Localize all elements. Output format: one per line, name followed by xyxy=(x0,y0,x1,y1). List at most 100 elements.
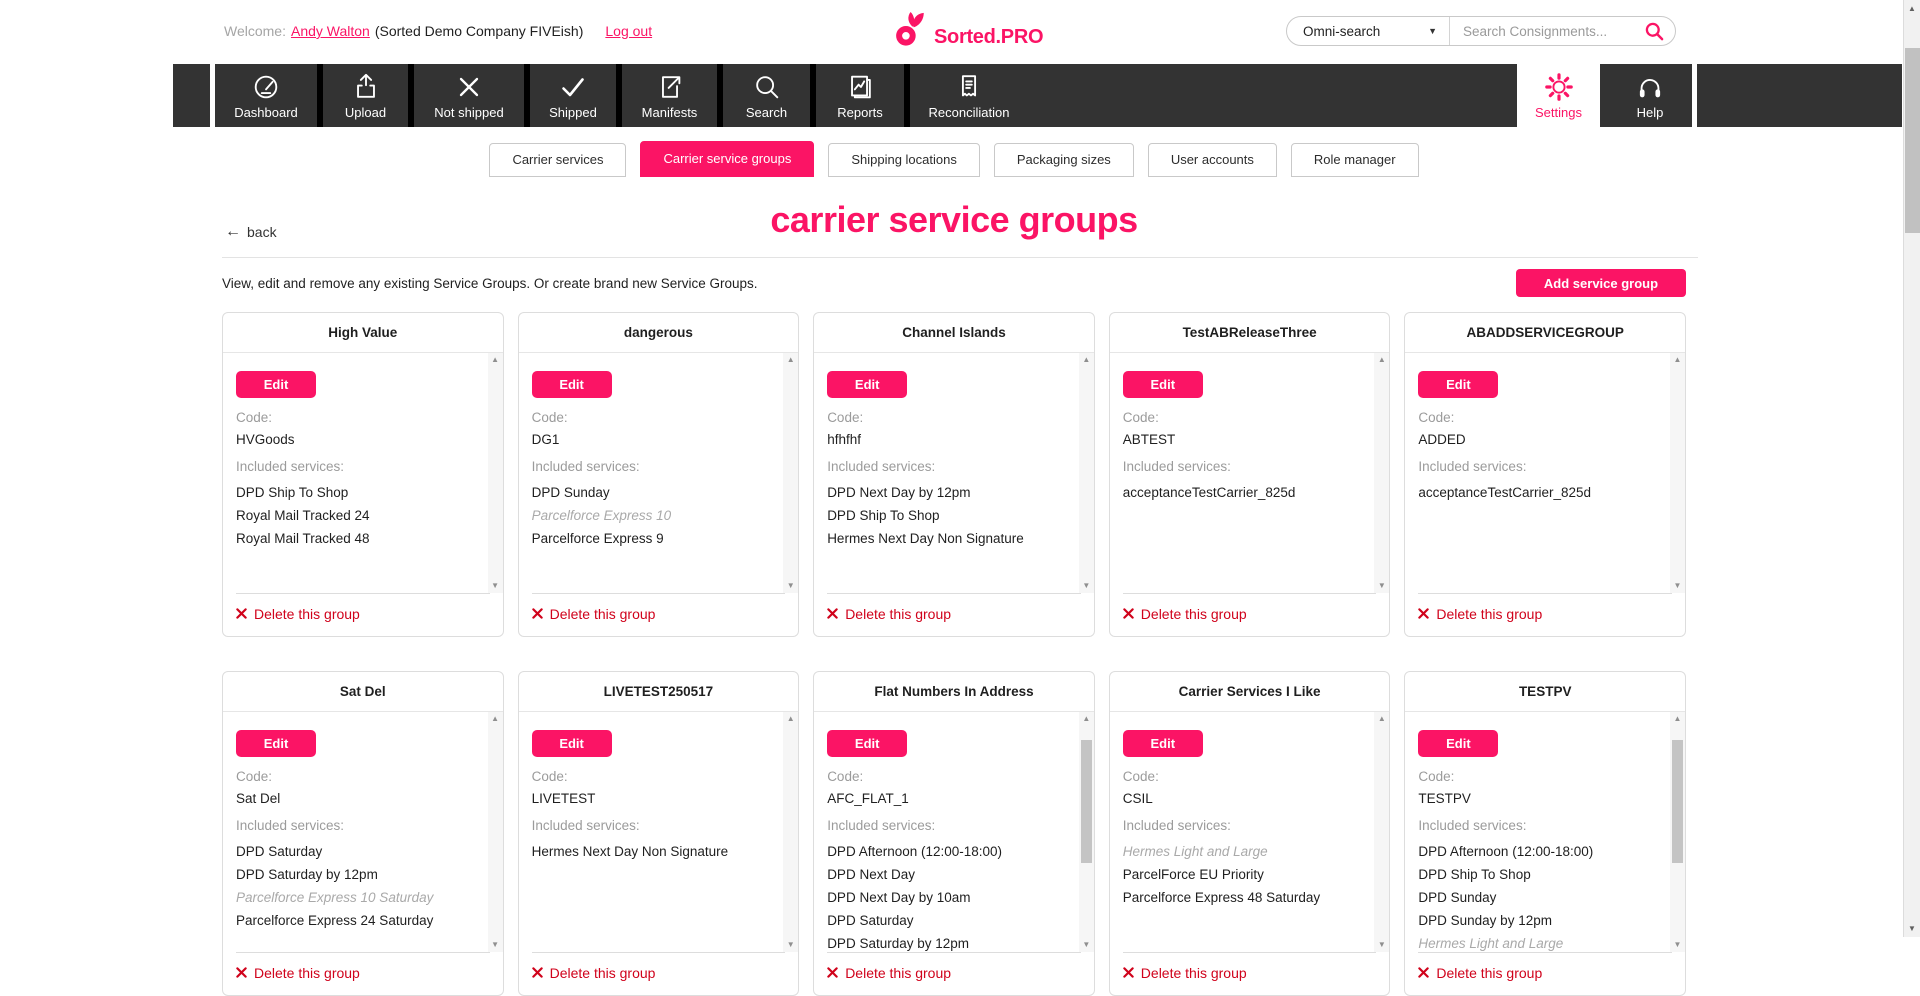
scrollbar-down-icon[interactable]: ▼ xyxy=(1670,940,1685,950)
nav-item-settings[interactable]: Settings xyxy=(1517,64,1600,127)
card-scrollbar[interactable]: ▲▼ xyxy=(488,353,503,593)
scrollbar-up-icon[interactable]: ▲ xyxy=(488,355,503,365)
nav-item-search[interactable]: Search xyxy=(723,64,810,127)
service-group-card: High ValueEditCode:HVGoodsIncluded servi… xyxy=(222,312,504,637)
scrollbar-up-icon[interactable]: ▲ xyxy=(1374,714,1389,724)
service-group-card: LIVETEST250517EditCode:LIVETESTIncluded … xyxy=(518,671,800,996)
nav-item-manifests[interactable]: Manifests xyxy=(622,64,717,127)
card-scrollbar[interactable]: ▲▼ xyxy=(1670,353,1685,593)
card-scrollbar[interactable]: ▲▼ xyxy=(783,353,798,593)
nav-item-shipped[interactable]: Shipped xyxy=(530,64,616,127)
delete-group-link[interactable]: Delete this group xyxy=(236,953,490,995)
edit-button[interactable]: Edit xyxy=(1123,371,1203,398)
scrollbar-thumb[interactable] xyxy=(1672,740,1683,863)
scrollbar-down-icon[interactable]: ▼ xyxy=(488,940,503,950)
page-scrollbar-thumb[interactable] xyxy=(1905,48,1920,233)
scrollbar-down-icon[interactable]: ▼ xyxy=(1670,581,1685,591)
card-scrollbar[interactable]: ▲▼ xyxy=(783,712,798,952)
service-item: Parcelforce Express 10 xyxy=(532,504,778,527)
edit-button[interactable]: Edit xyxy=(1418,730,1498,757)
page-scrollbar[interactable]: ▲ ▼ xyxy=(1903,0,1920,937)
edit-button[interactable]: Edit xyxy=(827,371,907,398)
scrollbar-track[interactable] xyxy=(1670,726,1685,938)
scrollbar-down-icon[interactable]: ▼ xyxy=(1904,924,1920,933)
delete-group-link[interactable]: Delete this group xyxy=(827,594,1081,636)
tab-carrier-service-groups[interactable]: Carrier service groups xyxy=(640,141,814,177)
tab-role-manager[interactable]: Role manager xyxy=(1291,143,1419,177)
scrollbar-track[interactable] xyxy=(488,367,503,579)
scrollbar-track[interactable] xyxy=(1374,726,1389,938)
user-name-link[interactable]: Andy Walton xyxy=(291,23,370,39)
scrollbar-track[interactable] xyxy=(1079,367,1094,579)
card-scrollbar[interactable]: ▲▼ xyxy=(1374,353,1389,593)
delete-group-link[interactable]: Delete this group xyxy=(532,594,786,636)
nav-item-help[interactable]: Help xyxy=(1608,64,1692,127)
edit-button[interactable]: Edit xyxy=(1123,730,1203,757)
card-scrollbar[interactable]: ▲▼ xyxy=(1374,712,1389,952)
tab-packaging-sizes[interactable]: Packaging sizes xyxy=(994,143,1134,177)
scrollbar-down-icon[interactable]: ▼ xyxy=(1374,940,1389,950)
caret-down-icon: ▼ xyxy=(1428,26,1437,36)
scrollbar-down-icon[interactable]: ▼ xyxy=(488,581,503,591)
code-value: AFC_FLAT_1 xyxy=(827,791,1073,806)
code-value: ADDED xyxy=(1418,432,1664,447)
scrollbar-up-icon[interactable]: ▲ xyxy=(1904,4,1920,13)
card-scrollbar[interactable]: ▲▼ xyxy=(488,712,503,952)
scrollbar-down-icon[interactable]: ▼ xyxy=(783,940,798,950)
scrollbar-track[interactable] xyxy=(783,367,798,579)
delete-group-link[interactable]: Delete this group xyxy=(827,953,1081,995)
tab-user-accounts[interactable]: User accounts xyxy=(1148,143,1277,177)
back-link[interactable]: ← back xyxy=(225,223,277,241)
not-shipped-icon xyxy=(453,71,485,103)
scrollbar-down-icon[interactable]: ▼ xyxy=(1374,581,1389,591)
scrollbar-track[interactable] xyxy=(1079,726,1094,938)
delete-group-link[interactable]: Delete this group xyxy=(1418,594,1672,636)
scrollbar-up-icon[interactable]: ▲ xyxy=(1079,355,1094,365)
edit-button[interactable]: Edit xyxy=(236,730,316,757)
delete-group-link[interactable]: Delete this group xyxy=(1418,953,1672,995)
tab-carrier-services[interactable]: Carrier services xyxy=(489,143,626,177)
service-item: DPD Sunday by 12pm xyxy=(1418,909,1664,932)
scrollbar-up-icon[interactable]: ▲ xyxy=(1374,355,1389,365)
card-scrollbar[interactable]: ▲▼ xyxy=(1079,353,1094,593)
scrollbar-up-icon[interactable]: ▲ xyxy=(783,355,798,365)
scrollbar-track[interactable] xyxy=(1670,367,1685,579)
search-input[interactable] xyxy=(1450,23,1645,40)
scrollbar-up-icon[interactable]: ▲ xyxy=(1079,714,1094,724)
card-scrollbar[interactable]: ▲▼ xyxy=(1079,712,1094,952)
edit-button[interactable]: Edit xyxy=(236,371,316,398)
back-label: back xyxy=(247,224,277,240)
edit-button[interactable]: Edit xyxy=(532,730,612,757)
group-card-main: EditCode:ABTESTIncluded services:accepta… xyxy=(1110,353,1390,593)
delete-group-link[interactable]: Delete this group xyxy=(1123,594,1377,636)
nav-item-not-shipped[interactable]: Not shipped xyxy=(414,64,524,127)
nav-item-reconciliation[interactable]: Reconciliation xyxy=(910,64,1028,127)
scrollbar-up-icon[interactable]: ▲ xyxy=(1670,355,1685,365)
delete-group-link[interactable]: Delete this group xyxy=(532,953,786,995)
delete-group-label: Delete this group xyxy=(1141,606,1247,622)
delete-group-link[interactable]: Delete this group xyxy=(236,594,490,636)
scrollbar-track[interactable] xyxy=(1374,367,1389,579)
nav-item-dashboard[interactable]: Dashboard xyxy=(215,64,317,127)
scrollbar-up-icon[interactable]: ▲ xyxy=(783,714,798,724)
add-service-group-button[interactable]: Add service group xyxy=(1516,269,1686,297)
magnifier-icon[interactable] xyxy=(1645,22,1664,41)
edit-button[interactable]: Edit xyxy=(827,730,907,757)
scrollbar-up-icon[interactable]: ▲ xyxy=(1670,714,1685,724)
omni-search-select[interactable]: Omni-search ▼ xyxy=(1287,17,1450,45)
scrollbar-track[interactable] xyxy=(488,726,503,938)
scrollbar-down-icon[interactable]: ▼ xyxy=(783,581,798,591)
scrollbar-up-icon[interactable]: ▲ xyxy=(488,714,503,724)
scrollbar-down-icon[interactable]: ▼ xyxy=(1079,581,1094,591)
edit-button[interactable]: Edit xyxy=(1418,371,1498,398)
logout-link[interactable]: Log out xyxy=(605,23,652,39)
scrollbar-down-icon[interactable]: ▼ xyxy=(1079,940,1094,950)
nav-item-reports[interactable]: Reports xyxy=(816,64,904,127)
tab-shipping-locations[interactable]: Shipping locations xyxy=(828,143,980,177)
nav-item-upload[interactable]: Upload xyxy=(323,64,408,127)
card-scrollbar[interactable]: ▲▼ xyxy=(1670,712,1685,952)
delete-group-link[interactable]: Delete this group xyxy=(1123,953,1377,995)
scrollbar-thumb[interactable] xyxy=(1081,740,1092,863)
scrollbar-track[interactable] xyxy=(783,726,798,938)
edit-button[interactable]: Edit xyxy=(532,371,612,398)
